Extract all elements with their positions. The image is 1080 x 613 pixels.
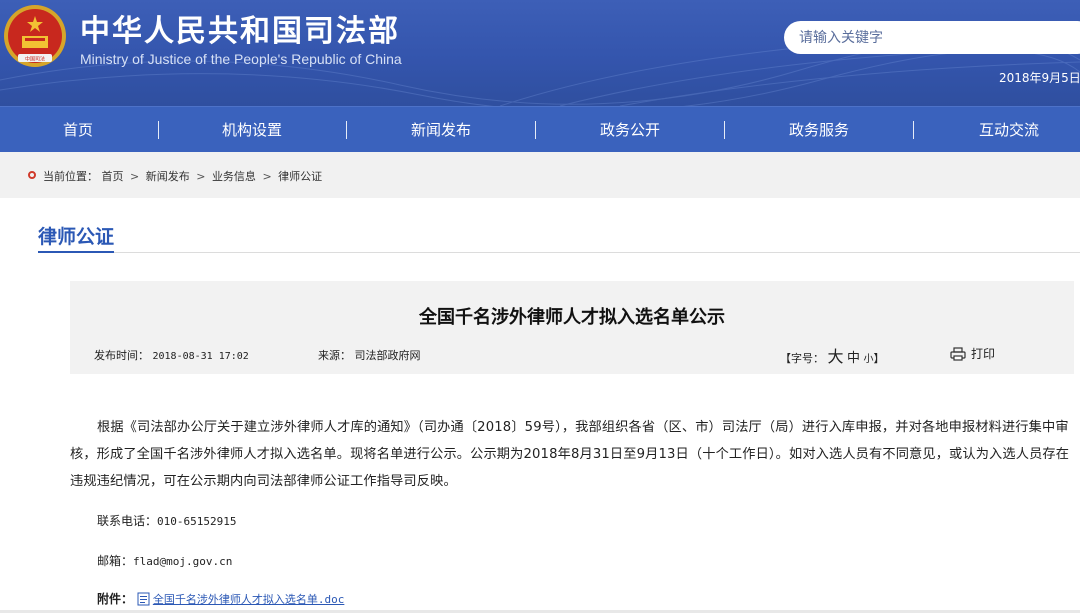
svg-text:中国司法: 中国司法 bbox=[25, 56, 45, 63]
header-date: 2018年9月5日 bbox=[999, 71, 1080, 85]
nav-separator bbox=[724, 121, 725, 139]
contact-email: 邮箱：flad@moj.gov.cn bbox=[97, 552, 232, 569]
print-label: 打印 bbox=[971, 347, 996, 361]
article-title: 全国千名涉外律师人才拟入选名单公示 bbox=[419, 307, 725, 328]
site-header: 中国司法 中华人民共和国司法部 Ministry of Justice of t… bbox=[0, 0, 1080, 106]
nav-item-home[interactable]: 首页 bbox=[3, 107, 153, 153]
print-button[interactable]: 打印 bbox=[950, 345, 995, 362]
breadcrumb-link-news[interactable]: 新闻发布 bbox=[146, 170, 190, 183]
section-divider bbox=[38, 252, 1080, 253]
email-value: flad@moj.gov.cn bbox=[133, 555, 233, 568]
font-size-label: 【字号： bbox=[780, 352, 824, 365]
source-label: 来源： bbox=[318, 349, 351, 362]
breadcrumb-separator: > bbox=[262, 170, 272, 183]
publish-time-value: 2018-08-31 17:02 bbox=[152, 351, 249, 362]
article-header: 全国千名涉外律师人才拟入选名单公示 发布时间： 2018-08-31 17:02… bbox=[70, 281, 1074, 374]
contact-phone: 联系电话：010-65152915 bbox=[97, 512, 237, 529]
word-doc-icon bbox=[137, 592, 150, 606]
nav-separator bbox=[158, 121, 159, 139]
publish-time-label: 发布时间： bbox=[94, 349, 149, 362]
article-source: 来源： 司法部政府网 bbox=[318, 347, 421, 363]
source-value: 司法部政府网 bbox=[354, 349, 421, 362]
printer-icon bbox=[950, 347, 966, 361]
font-size-large-button[interactable]: 大 bbox=[828, 347, 844, 366]
search-input[interactable] bbox=[784, 21, 1080, 54]
breadcrumb-link-lawyer-notary[interactable]: 律师公证 bbox=[278, 170, 322, 183]
attachment: 附件： 全国千名涉外律师人才拟入选名单.doc bbox=[97, 590, 344, 607]
location-icon bbox=[28, 171, 36, 179]
breadcrumb-bar: 当前位置： 首页 > 新闻发布 > 业务信息 > 律师公证 bbox=[0, 152, 1080, 198]
font-size-medium-button[interactable]: 中 bbox=[847, 351, 860, 366]
attachment-link[interactable]: 全国千名涉外律师人才拟入选名单.doc bbox=[153, 593, 345, 606]
breadcrumb-separator: > bbox=[130, 170, 140, 183]
site-subtitle: Ministry of Justice of the People's Repu… bbox=[80, 51, 402, 67]
nav-separator bbox=[913, 121, 914, 139]
site-title: 中华人民共和国司法部 bbox=[80, 14, 400, 49]
nav-item-services[interactable]: 政务服务 bbox=[744, 107, 894, 153]
section-title: 律师公证 bbox=[38, 226, 115, 248]
breadcrumb-prefix: 当前位置： bbox=[43, 170, 98, 183]
nav-item-interaction[interactable]: 互动交流 bbox=[934, 107, 1080, 153]
nav-item-organization[interactable]: 机构设置 bbox=[177, 107, 327, 153]
attachment-label: 附件： bbox=[97, 592, 134, 606]
article-body: 根据《司法部办公厅关于建立涉外律师人才库的通知》（司办通〔2018〕59号），我… bbox=[70, 420, 1070, 489]
font-size-bracket: 】 bbox=[873, 352, 885, 365]
font-size-small-button[interactable]: 小 bbox=[864, 354, 874, 365]
nav-item-news[interactable]: 新闻发布 bbox=[366, 107, 516, 153]
phone-value: 010-65152915 bbox=[157, 515, 237, 528]
main-nav: 首页 机构设置 新闻发布 政务公开 政务服务 互动交流 bbox=[0, 106, 1080, 152]
section-title-underline bbox=[38, 251, 114, 253]
email-label: 邮箱： bbox=[97, 554, 134, 568]
font-size-control: 【字号： 大 中 小】 bbox=[780, 343, 885, 367]
national-emblem-logo: 中国司法 bbox=[4, 5, 66, 67]
breadcrumb-link-business[interactable]: 业务信息 bbox=[212, 170, 256, 183]
breadcrumb: 当前位置： 首页 > 新闻发布 > 业务信息 > 律师公证 bbox=[43, 168, 322, 184]
publish-time: 发布时间： 2018-08-31 17:02 bbox=[94, 347, 249, 363]
nav-separator bbox=[535, 121, 536, 139]
phone-label: 联系电话： bbox=[97, 514, 158, 528]
nav-item-government-affairs[interactable]: 政务公开 bbox=[555, 107, 705, 153]
breadcrumb-separator: > bbox=[196, 170, 206, 183]
nav-separator bbox=[346, 121, 347, 139]
breadcrumb-link-home[interactable]: 首页 bbox=[102, 170, 124, 183]
